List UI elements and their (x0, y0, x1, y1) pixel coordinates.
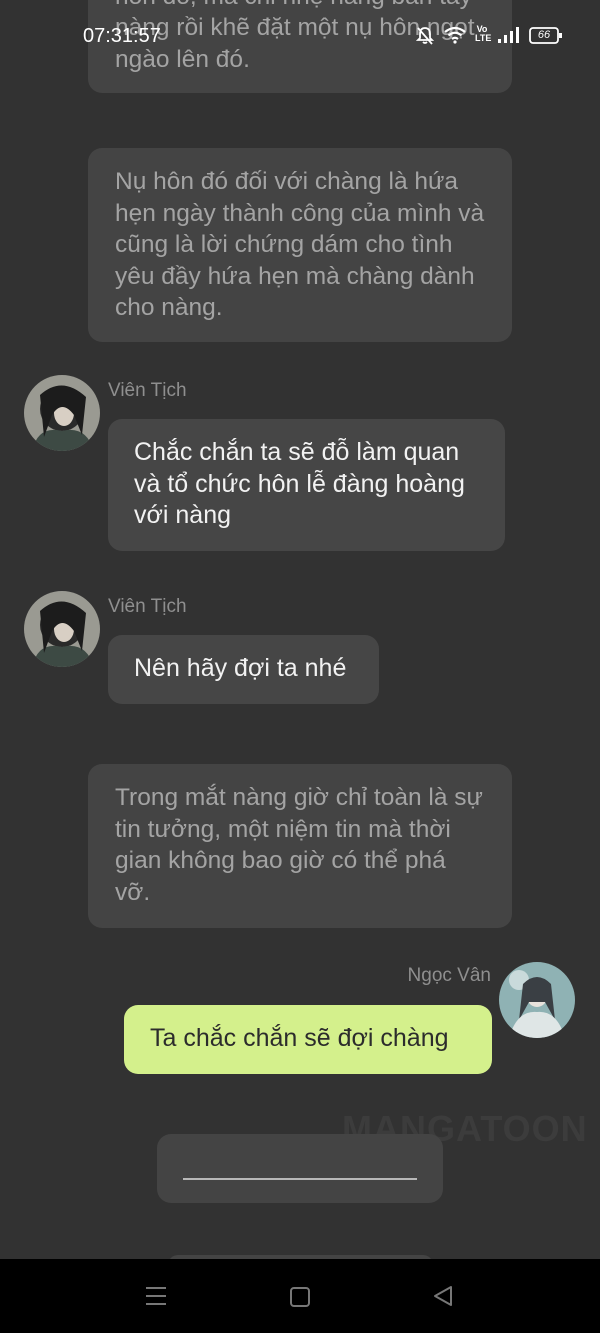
menu-icon[interactable] (145, 1286, 167, 1311)
back-icon[interactable] (432, 1285, 454, 1312)
signal-icon (497, 26, 521, 49)
message-text: Nên hãy đợi ta nhé (134, 654, 347, 682)
avatar-ngoc-van[interactable] (499, 962, 575, 1038)
avatar-vien-tich[interactable] (24, 375, 100, 451)
avatar-vien-tich[interactable] (24, 591, 100, 667)
divider-line (183, 1178, 417, 1180)
own-message-bubble[interactable]: Ta chắc chắn sẽ đợi chàng (124, 1005, 492, 1074)
wifi-icon (444, 26, 466, 49)
bell-off-icon (415, 26, 435, 51)
speaker-name: Viên Tịch (108, 380, 187, 401)
message-text: Chắc chắn ta sẽ đỗ làm quan và tổ chức h… (134, 438, 465, 529)
message-text: Ta chắc chắn sẽ đợi chàng (150, 1024, 449, 1052)
narration-bubble: Nụ hôn đó đối với chàng là hứa hẹn ngày … (88, 148, 512, 342)
volte-icon: Vo LTE (475, 24, 492, 43)
speaker-name: Viên Tịch (108, 596, 187, 617)
navigation-bar (0, 1259, 600, 1333)
status-time: 07:31:57 (83, 25, 161, 47)
narration-text: Nụ hôn đó đối với chàng là hứa hẹn ngày … (115, 168, 485, 321)
narration-bubble: Trong mắt nàng giờ chỉ toàn là sự tin tư… (88, 764, 512, 928)
message-bubble[interactable]: Nên hãy đợi ta nhé (108, 635, 379, 704)
status-bar: 07:31:57 Vo LTE 66 (0, 22, 600, 52)
home-icon[interactable] (289, 1286, 311, 1313)
speaker-name: Ngọc Vân (407, 965, 491, 986)
battery-level: 66 (537, 29, 551, 41)
narration-text: Trong mắt nàng giờ chỉ toàn là sự tin tư… (115, 784, 483, 906)
message-bubble[interactable]: Chắc chắn ta sẽ đỗ làm quan và tổ chức h… (108, 419, 505, 551)
blank-bubble (157, 1134, 443, 1203)
